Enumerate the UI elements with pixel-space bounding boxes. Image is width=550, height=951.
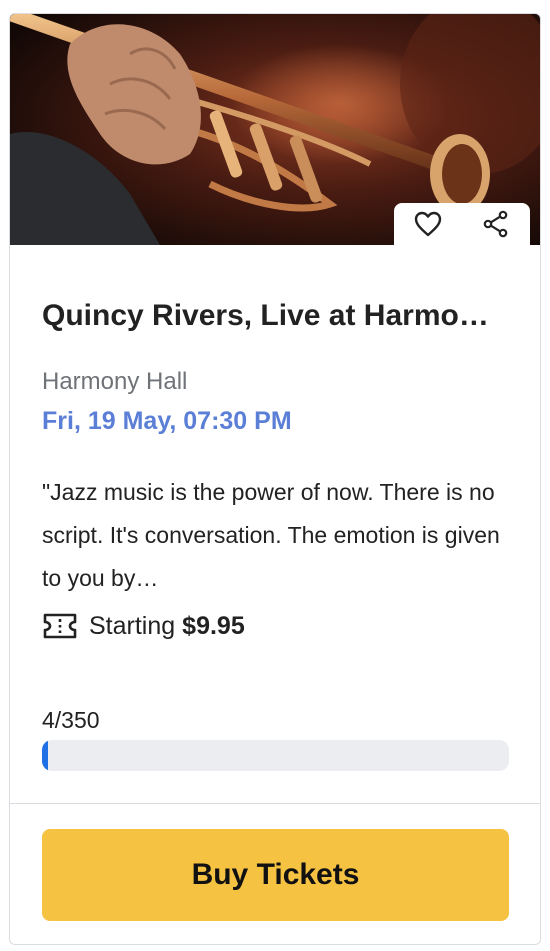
event-venue: Harmony Hall (42, 368, 188, 395)
share-icon (483, 210, 508, 238)
price-row: Starting $9.95 (42, 610, 245, 642)
price-prefix: Starting (89, 612, 176, 640)
event-datetime: Fri, 19 May, 07:30 PM (42, 407, 292, 435)
ticket-count: 4/350 (42, 707, 100, 733)
ticket-progress-fill (42, 740, 48, 771)
buy-tickets-button[interactable]: Buy Tickets (42, 829, 509, 921)
event-title[interactable]: Quincy Rivers, Live at Harmony Hall (42, 296, 502, 336)
heart-icon (414, 211, 442, 237)
event-image (10, 14, 540, 245)
ticket-icon (42, 612, 78, 640)
event-card: Quincy Rivers, Live at Harmony Hall Harm… (9, 13, 541, 945)
price-value: $9.95 (182, 612, 245, 640)
image-actions (394, 203, 530, 245)
favorite-button[interactable] (410, 206, 446, 242)
divider (10, 803, 540, 804)
event-description: "Jazz music is the power of now. There i… (42, 479, 500, 591)
ticket-progress-bar (42, 740, 509, 771)
share-button[interactable] (478, 206, 514, 242)
